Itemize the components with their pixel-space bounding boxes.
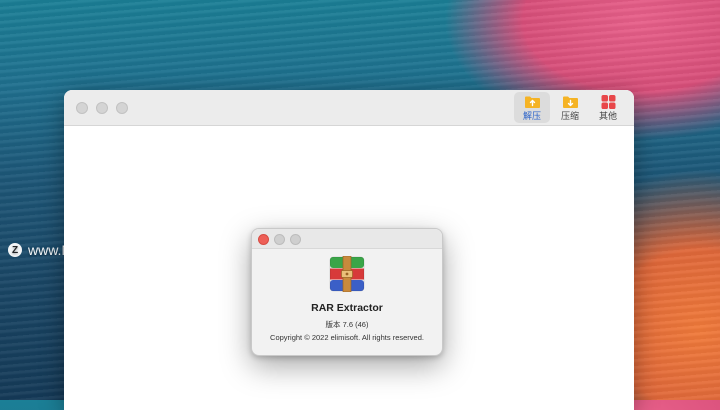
about-titlebar (252, 229, 442, 249)
close-button[interactable] (76, 102, 88, 114)
minimize-button[interactable] (96, 102, 108, 114)
zoom-button[interactable] (116, 102, 128, 114)
watermark-logo-icon: Z (8, 243, 22, 257)
compress-folder-icon (562, 96, 578, 108)
window-controls (76, 102, 128, 114)
app-name: RAR Extractor (311, 302, 383, 314)
app-copyright: Copyright © 2022 elimisoft. All rights r… (270, 333, 424, 342)
app-version: 版本 7.6 (46) (325, 320, 369, 329)
about-close-button[interactable] (258, 234, 269, 245)
about-window-controls (258, 234, 301, 245)
extract-button[interactable]: 解压 (514, 92, 550, 123)
main-titlebar: 解压 压缩 其他 (64, 90, 634, 126)
compress-button[interactable]: 压缩 (552, 92, 588, 123)
other-label: 其他 (598, 111, 617, 121)
extract-label: 解压 (522, 111, 541, 121)
about-minimize-button[interactable] (274, 234, 285, 245)
about-zoom-button[interactable] (290, 234, 301, 245)
extract-folder-icon (524, 96, 540, 108)
about-dialog: RAR Extractor 版本 7.6 (46) Copyright © 20… (251, 228, 443, 356)
compress-label: 压缩 (560, 111, 579, 121)
toolbar: 解压 压缩 其他 (514, 92, 626, 123)
other-button[interactable]: 其他 (590, 92, 626, 123)
rar-extractor-app-icon (329, 256, 365, 292)
grid-icon (601, 95, 615, 109)
